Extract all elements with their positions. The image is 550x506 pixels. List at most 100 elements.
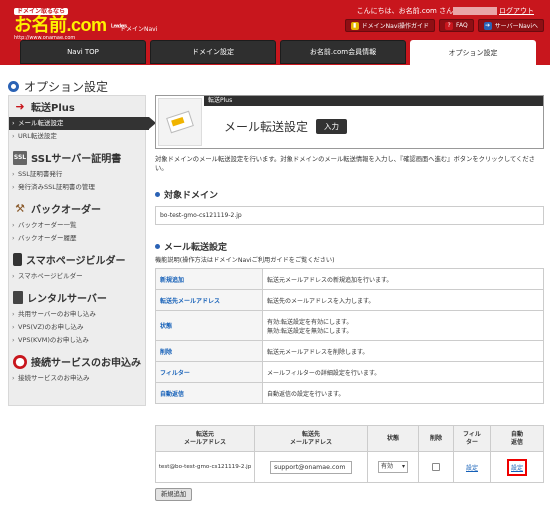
sidebar-item-connection[interactable]: 接続サービスのお申込み [9,372,145,385]
add-new-button[interactable]: 新規追加 [155,488,193,501]
sidebar-item-url-forward[interactable]: URL転送設定 [9,130,145,143]
function-name: 転送先メールアドレス [155,289,263,311]
hero-title: メール転送設定 入力 [224,118,348,135]
sidebar-item-backorder-list[interactable]: バックオーダー一覧 [9,219,145,232]
table-row: 自動返信 自動返信の設定を行います。 [155,382,544,404]
faq-button[interactable]: ? FAQ [439,19,474,32]
page-hero: 転送Plus メール転送設定 入力 [155,95,544,149]
logo-tagline: ドメイン取るなら [14,8,69,15]
network-icon: ● [13,354,27,369]
function-desc: メールフィルターの詳細設定を行います。 [262,361,544,383]
target-domain-value: bo-test-gmo-cs121119-2.jp [155,206,544,225]
function-desc: 転送元メールアドレスを削除します。 [262,340,544,362]
sidebar-item-mail-forward[interactable]: メール転送設定 [9,117,156,130]
hammer-icon: ⚒ [15,202,25,215]
hero-category: 転送Plus [204,96,543,106]
tab-option-settings[interactable]: オプション設定 [410,40,536,65]
autoreply-settings-link[interactable]: 設定 [511,465,523,472]
function-desc: 自動返信の設定を行います。 [262,382,544,404]
greeting-text: こんにちは、お名前.com さん [356,7,454,15]
server-navi-button[interactable]: ➔ サーバーNaviへ [477,19,544,32]
sidebar-item-backorder-history[interactable]: バックオーダー履歴 [9,232,145,245]
sidebar-item-vps-kvm[interactable]: VPS(KVM)のお申し込み [9,334,145,347]
sidebar-item-vps-vz[interactable]: VPS(VZ)のお申し込み [9,321,145,334]
table-row: 削除 転送元メールアドレスを削除します。 [155,340,544,362]
tab-navi-top[interactable]: Navi TOP [20,40,146,64]
tab-domain-settings[interactable]: ドメイン設定 [150,40,276,64]
sidebar-section-ssl: SSL SSLサーバー証明書 [9,147,145,168]
guide-icon: ▮ [350,21,359,30]
sidebar-item-ssl-issue[interactable]: SSL証明書発行 [9,168,145,181]
function-name: 削除 [155,340,263,362]
function-desc: 有効:転送設定を有効にします。 無効:転送設定を無効にします。 [262,310,544,341]
mail-settings-heading: メール転送設定 [155,240,227,253]
site-header: ドメイン取るなら お名前.com Leaders http://www.onam… [0,0,550,65]
table-row: 新規追加 転送元メールアドレスの新規追加を行います。 [155,268,544,290]
page-title: オプション設定 [8,78,108,95]
destination-input[interactable]: support@onamae.com [270,460,352,474]
sidebar-section-backorder: ⚒ バックオーダー [9,198,145,219]
sidebar-item-ssl-manage[interactable]: 発行済みSSL証明書の管理 [9,181,145,194]
col-status: 状態 [367,425,419,452]
ssl-icon: SSL [13,150,27,165]
function-desc: 転送元メールアドレスの新規追加を行います。 [262,268,544,290]
ring-icon [8,81,19,92]
target-domain-heading: 対象ドメイン [155,188,218,201]
tab-member-info[interactable]: お名前.com会員情報 [280,40,406,64]
source-address: test@bo-test-gmo-cs121119-2.jp [155,451,255,483]
arrow-icon: ➔ [483,21,492,30]
guide-button[interactable]: ▮ ドメインNavi操作ガイド [344,19,436,32]
username-redacted: ■■■■■■ [453,7,497,15]
delete-cell [418,451,454,483]
status-cell: 有効 ▾ [367,451,419,483]
function-desc: 転送先のメールアドレスを入力します。 [262,289,544,311]
logout-link[interactable]: ログアウト [499,7,534,15]
filter-settings-link[interactable]: 設定 [466,465,478,472]
sidebar-section-forward-plus: ➜ 転送Plus [9,96,145,117]
col-autoreply: 自動 返信 [490,425,544,452]
sidebar-section-smartphone: スマホページビルダー [9,249,145,270]
table-row: test@bo-test-gmo-cs121119-2.jp support@o… [155,451,544,483]
server-icon [13,291,23,304]
header-buttons: ▮ ドメインNavi操作ガイド ? FAQ ➔ サーバーNaviへ [344,19,544,32]
step-badge: 入力 [316,119,348,134]
filter-cell: 設定 [453,451,491,483]
delete-checkbox[interactable] [432,463,440,471]
sub-brand: ドメインNavi [120,26,158,33]
sidebar: ➜転送Plus メール転送設定 URL転送設定 SSLSSLサーバー証明書 SS… [8,95,156,406]
function-name: フィルター [155,361,263,383]
destination-cell: support@onamae.com [254,451,368,483]
bullet-icon [155,244,160,249]
function-name: 状態 [155,310,263,341]
smartphone-icon [13,253,22,266]
col-delete: 削除 [418,425,454,452]
sidebar-section-connection: ● 接続サービスのお申込み [9,351,145,372]
onamae-logo[interactable]: ドメイン取るなら お名前.com Leaders http://www.onam… [14,6,127,41]
sidebar-item-smartphone-builder[interactable]: スマホページビルダー [9,270,145,283]
sidebar-item-shared-server[interactable]: 共用サーバーのお申し込み [9,308,145,321]
col-source: 転送元 メールアドレス [155,425,255,452]
main-tabs: Navi TOP ドメイン設定 お名前.com会員情報 オプション設定 [20,40,536,65]
function-description: 機能説明(操作方法はドメインNaviご利用ガイドをご覧ください) [155,257,335,264]
autoreply-highlight: 設定 [506,458,527,476]
col-destination: 転送先 メールアドレス [254,425,368,452]
function-name: 新規追加 [155,268,263,290]
table-header: 転送元 メールアドレス 転送先 メールアドレス 状態 削除 フィル ター 自動 … [155,425,544,452]
bullet-icon [155,192,160,197]
function-name: 自動返信 [155,382,263,404]
logo-brand: お名前.com Leaders [14,15,127,35]
autoreply-cell: 設定 [490,451,544,483]
envelope-icon [166,110,194,134]
sidebar-section-rental-server: レンタルサーバー [9,287,145,308]
col-filter: フィル ター [453,425,491,452]
question-icon: ? [445,21,454,30]
forward-settings-table: 転送元 メールアドレス 転送先 メールアドレス 状態 削除 フィル ター 自動 … [155,425,544,483]
intro-text: 対象ドメインのメール転送設定を行います。対象ドメインのメール転送情報を入力し、『… [155,156,535,172]
function-table: 新規追加 転送元メールアドレスの新規追加を行います。 転送先メールアドレス 転送先の… [155,268,544,404]
greeting: こんにちは、お名前.com さん ■■■■■■ ログアウト [357,6,534,16]
status-select[interactable]: 有効 ▾ [378,461,408,473]
arrow-icon: ➜ [15,100,25,113]
mail-thumbnail [158,98,202,146]
table-row: 状態 有効:転送設定を有効にします。 無効:転送設定を無効にします。 [155,310,544,341]
chevron-down-icon: ▾ [401,463,405,470]
